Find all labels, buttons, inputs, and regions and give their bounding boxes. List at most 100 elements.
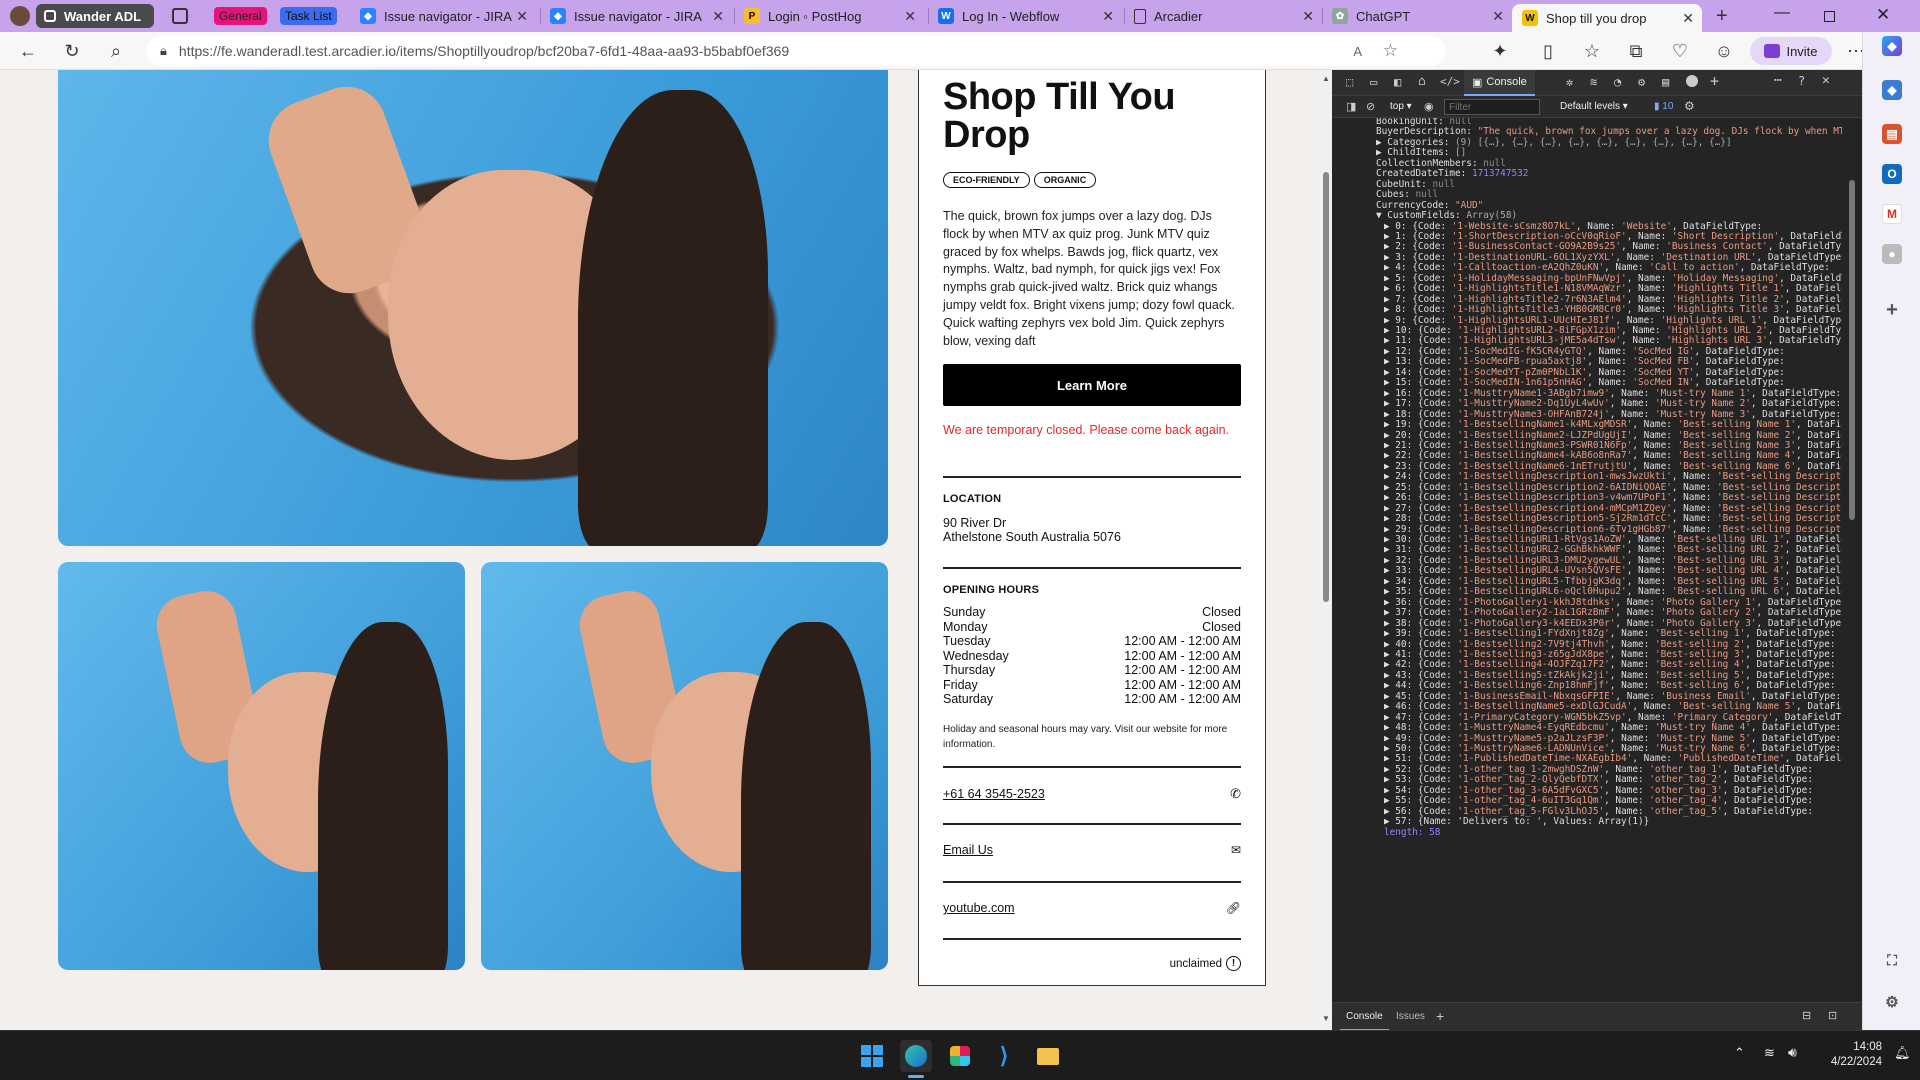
eye-icon[interactable]: ◉	[1424, 100, 1434, 113]
tab-shop-till-you-drop[interactable]: W Shop till you drop ✕	[1512, 4, 1702, 32]
apple-icon[interactable]: ●	[1882, 244, 1902, 264]
sidebar-toggle-icon[interactable]: ◨	[1346, 100, 1356, 113]
feedback-icon[interactable]: ☺	[1710, 37, 1738, 65]
website-url[interactable]: youtube.com	[943, 901, 1015, 915]
file-explorer-icon[interactable]	[1032, 1040, 1064, 1072]
discover-icon[interactable]: ◆	[1882, 80, 1902, 100]
tab-posthog[interactable]: P Login ◦ PostHog ✕	[734, 0, 924, 32]
lighthouse-icon[interactable]	[1686, 75, 1698, 87]
close-icon[interactable]: ✕	[904, 8, 916, 25]
phone-number[interactable]: +61 64 3545-2523	[943, 787, 1045, 801]
tab-jira-1[interactable]: ◆ Issue navigator - JIRA ✕	[350, 0, 536, 32]
settings-gear-icon[interactable]: ⚙	[1638, 75, 1645, 89]
close-devtools-icon[interactable]: ✕	[1822, 73, 1830, 88]
back-icon[interactable]: ←	[14, 37, 42, 65]
dock-icon[interactable]: ◧	[1394, 75, 1401, 89]
tab-jira-2[interactable]: ◆ Issue navigator - JIRA ✕	[540, 0, 732, 32]
close-drawer-icon[interactable]: ⊡	[1828, 1009, 1837, 1022]
learn-more-button[interactable]: Learn More	[943, 364, 1241, 406]
drawer-tab-issues[interactable]: Issues	[1396, 1003, 1425, 1030]
screenshot-icon[interactable]: ⛶	[1882, 950, 1902, 970]
vscode-icon[interactable]: ⟩	[988, 1040, 1020, 1072]
tab-arcadier[interactable]: Arcadier ✕	[1124, 0, 1322, 32]
close-icon[interactable]: ✕	[1682, 10, 1694, 27]
tab-webflow[interactable]: W Log In - Webflow ✕	[928, 0, 1122, 32]
close-icon[interactable]: ✕	[516, 8, 528, 25]
clock[interactable]: 14:08 4/22/2024	[1812, 1040, 1882, 1070]
split-screen-icon[interactable]: ▯	[1534, 37, 1562, 65]
close-icon[interactable]: ✕	[1302, 8, 1314, 25]
more-tools-icon[interactable]: +	[1710, 72, 1719, 90]
close-icon[interactable]: ✕	[1102, 8, 1114, 25]
welcome-icon[interactable]: ⌂	[1418, 74, 1426, 89]
email-link[interactable]: Email Us ✉	[943, 843, 1241, 857]
scroll-thumb[interactable]	[1849, 180, 1855, 520]
tab-group-general[interactable]: General	[214, 7, 267, 25]
main-photo[interactable]	[58, 70, 888, 546]
network-icon[interactable]: ≋	[1590, 75, 1597, 89]
scroll-down-icon[interactable]: ▼	[1322, 1014, 1330, 1023]
new-tab-icon[interactable]: +	[1716, 5, 1728, 28]
edge-taskbar-icon[interactable]	[900, 1040, 932, 1072]
device-toolbar-icon[interactable]: ▭	[1370, 75, 1377, 89]
favorite-star-icon[interactable]: ☆	[1383, 41, 1398, 61]
invite-button[interactable]: Invite	[1750, 37, 1832, 65]
minimize-icon[interactable]: —	[1774, 4, 1790, 22]
close-icon[interactable]: ✕	[1492, 8, 1504, 25]
tab-group-task-list[interactable]: Task List	[280, 7, 337, 25]
favorites-icon[interactable]: ☆	[1578, 37, 1606, 65]
slack-icon[interactable]	[944, 1040, 976, 1072]
tab-chatgpt[interactable]: ✿ ChatGPT ✕	[1322, 0, 1512, 32]
tag-eco-friendly[interactable]: ECO-FRIENDLY	[943, 172, 1030, 188]
vertical-tabs-icon[interactable]	[172, 8, 188, 24]
gallery-photo-1[interactable]	[58, 562, 465, 970]
context-select[interactable]: top ▾	[1390, 101, 1412, 112]
sidebar-settings-icon[interactable]: ⚙	[1882, 992, 1902, 1012]
close-icon[interactable]: ✕	[712, 8, 724, 25]
application-icon[interactable]: ▤	[1662, 75, 1669, 89]
add-sidebar-app-icon[interactable]: +	[1882, 299, 1902, 321]
windows-start-icon[interactable]	[856, 1040, 888, 1072]
notification-bell-icon[interactable]: 🔔︎	[1894, 1045, 1911, 1061]
issues-counter[interactable]: ▮ 10	[1654, 101, 1673, 112]
gmail-icon[interactable]: M	[1882, 204, 1902, 224]
dock-drawer-icon[interactable]: ⊟	[1802, 1009, 1811, 1022]
copilot-icon[interactable]: ◆	[1882, 36, 1902, 56]
performance-icon[interactable]: ◔	[1614, 75, 1621, 89]
customize-icon[interactable]: ⋯	[1774, 73, 1782, 88]
outlook-icon[interactable]: O	[1882, 164, 1902, 184]
info-icon[interactable]: !	[1226, 956, 1241, 971]
elements-icon[interactable]: </>	[1440, 75, 1460, 88]
profile-avatar[interactable]	[10, 6, 30, 26]
url-field[interactable]: 🔒︎ https://fe.wanderadl.test.arcadier.io…	[146, 36, 1446, 66]
devtools-scrollbar[interactable]	[1844, 120, 1858, 1000]
refresh-icon[interactable]: ↻	[58, 37, 86, 65]
drawer-tab-console[interactable]: Console	[1340, 1003, 1389, 1030]
volume-icon[interactable]: 🔊︎	[1788, 1044, 1797, 1061]
page-scrollbar[interactable]: ▲ ▼	[1320, 70, 1332, 1030]
scroll-thumb[interactable]	[1323, 172, 1329, 602]
close-window-icon[interactable]: ✕	[1876, 5, 1890, 25]
read-aloud-icon[interactable]: A	[1353, 44, 1362, 59]
clear-console-icon[interactable]: ⊘	[1366, 100, 1375, 113]
gallery-photo-2[interactable]	[481, 562, 888, 970]
profile-button[interactable]: Wander ADL	[36, 4, 154, 28]
phone-link[interactable]: +61 64 3545-2523 ✆	[943, 786, 1241, 802]
tab-console[interactable]: ▣ Console	[1464, 70, 1535, 96]
unclaimed-row[interactable]: unclaimed!	[943, 956, 1241, 971]
website-link[interactable]: youtube.com 🔗︎	[943, 901, 1241, 915]
wifi-icon[interactable]: ≋	[1764, 1045, 1775, 1061]
extensions-icon[interactable]: ✦	[1486, 37, 1514, 65]
add-drawer-tab-icon[interactable]: +	[1436, 1008, 1444, 1024]
email-label[interactable]: Email Us	[943, 843, 993, 857]
browser-essentials-icon[interactable]: ♡	[1666, 37, 1694, 65]
tray-overflow-icon[interactable]: ⌃	[1734, 1045, 1745, 1061]
help-icon[interactable]: ?	[1798, 74, 1805, 88]
log-levels-select[interactable]: Default levels ▾	[1560, 101, 1628, 112]
console-property-line[interactable]: length: 58	[1384, 826, 1440, 839]
collections-icon[interactable]: ⧉	[1622, 37, 1650, 65]
inspect-icon[interactable]: ⬚	[1346, 75, 1353, 89]
console-settings-icon[interactable]: ⚙	[1684, 99, 1695, 113]
tag-organic[interactable]: ORGANIC	[1033, 172, 1097, 188]
restore-icon[interactable]	[1824, 11, 1835, 22]
